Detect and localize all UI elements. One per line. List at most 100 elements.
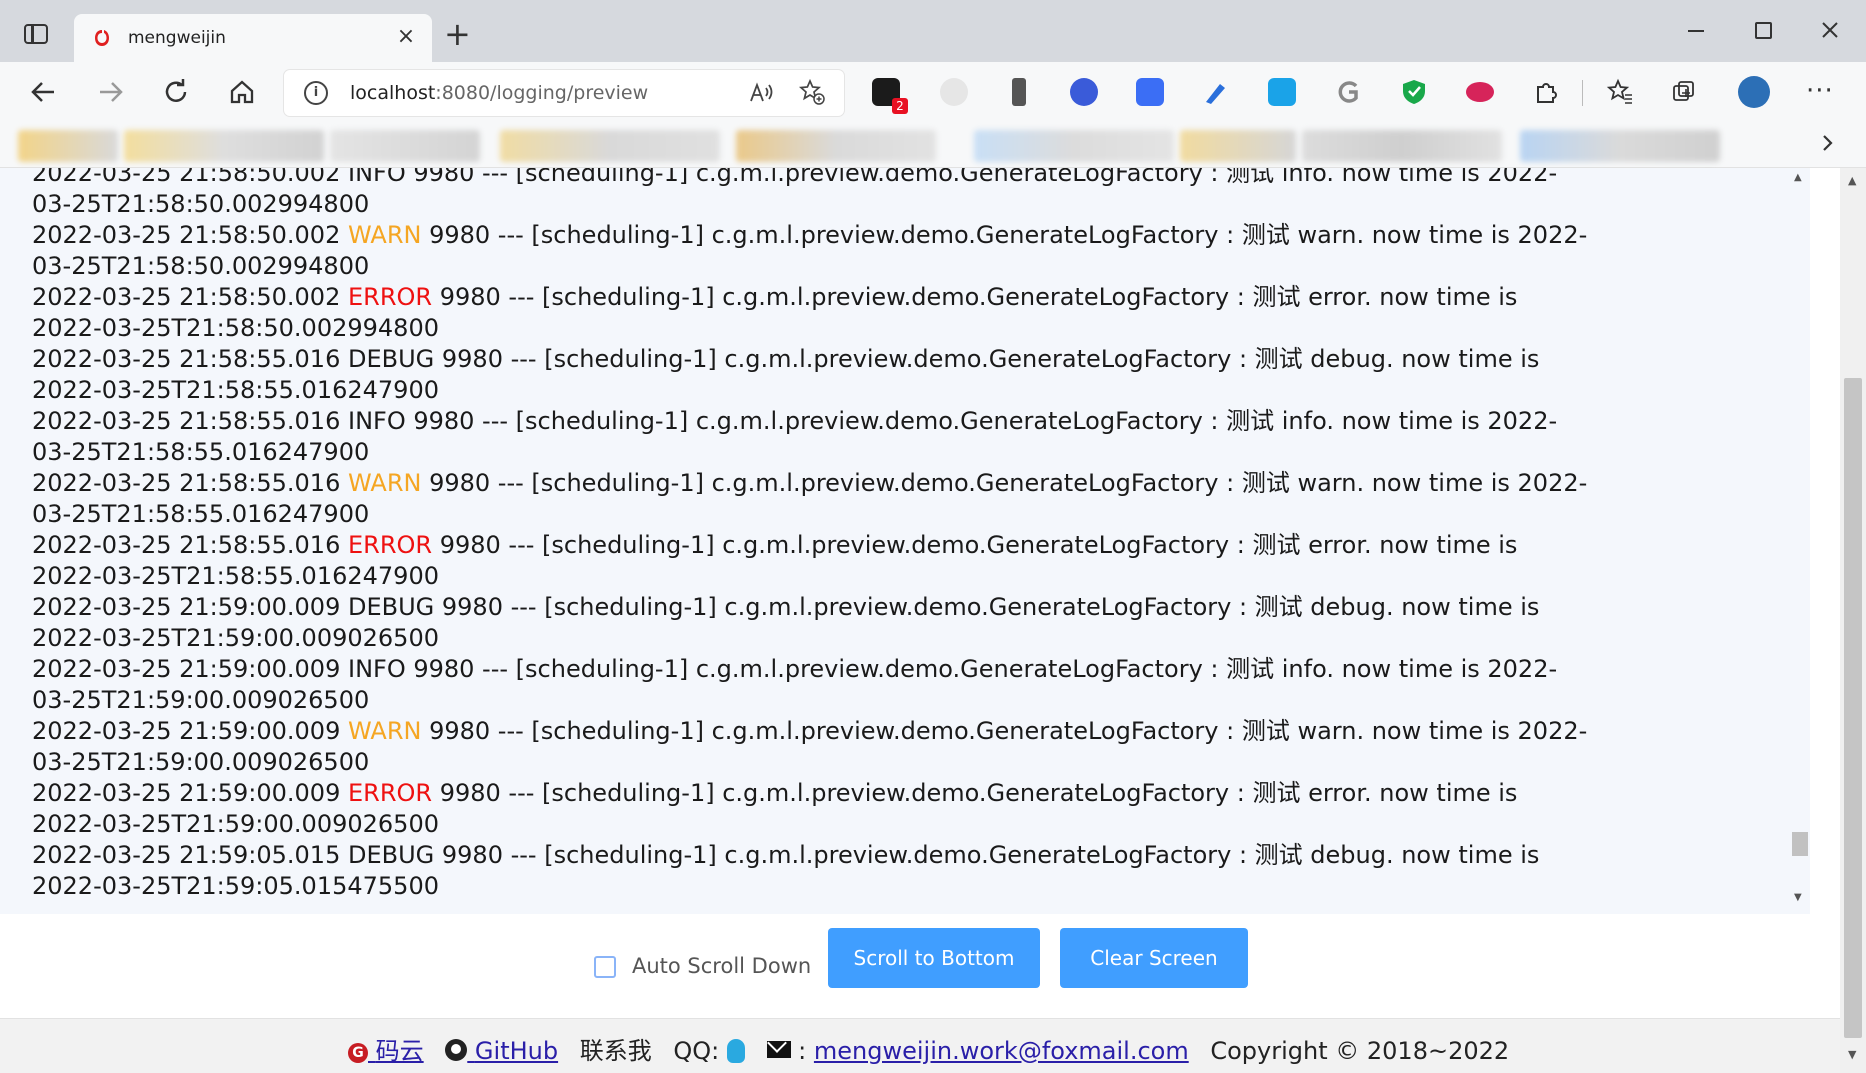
pen-icon [1206, 84, 1225, 104]
page-scrollbar[interactable]: ▲ ▼ [1840, 168, 1866, 1073]
reload-button[interactable] [156, 72, 196, 112]
auto-scroll-label[interactable]: Auto Scroll Down [632, 954, 811, 978]
log-timestamp: 2022-03-25 21:58:50.002 [32, 221, 341, 249]
site-info-icon[interactable]: i [304, 81, 328, 105]
log-level: WARN [347, 717, 422, 745]
scroll-down-arrow-icon[interactable]: ▼ [1794, 892, 1802, 903]
log-level: INFO [347, 655, 406, 683]
log-scrollbar[interactable]: ▲ ▼ [1790, 168, 1808, 914]
tab-strip: mengweijin × + [0, 0, 1866, 62]
favorite-item[interactable] [974, 130, 1174, 162]
forward-button[interactable] [90, 72, 130, 112]
github-icon [445, 1039, 468, 1061]
url-host: localhost [350, 82, 436, 104]
window-minimize-button[interactable] [1676, 14, 1716, 46]
read-aloud-icon[interactable] [748, 80, 774, 111]
page-scroll-up-icon[interactable]: ▲ [1848, 174, 1856, 187]
favorite-item[interactable] [330, 130, 480, 162]
add-favorite-icon[interactable] [798, 78, 826, 112]
log-level: WARN [347, 221, 422, 249]
window-maximize-button[interactable] [1742, 14, 1782, 46]
pen-extension-icon[interactable] [1202, 78, 1230, 106]
sidebar-toggle-icon[interactable] [24, 24, 48, 44]
log-line: 2022-03-25 21:58:50.002 INFO 9980 --- [s… [32, 168, 1592, 220]
scroll-to-bottom-button[interactable]: Scroll to Bottom [828, 928, 1040, 988]
new-tab-button[interactable]: + [444, 18, 471, 50]
gitee-label: 码云 [375, 1037, 424, 1065]
log-timestamp: 2022-03-25 21:58:50.002 [32, 283, 341, 311]
gitee-link[interactable]: G 码云 [348, 1037, 424, 1065]
favorites-button[interactable] [1606, 78, 1634, 106]
puzzle-icon [1537, 83, 1557, 103]
grammar-extension-icon[interactable] [1334, 78, 1362, 106]
translate-extension-icon[interactable] [1268, 78, 1296, 106]
arrow-right-icon [100, 82, 123, 102]
browser-window: mengweijin × + i localhost:8080/logging/… [0, 0, 1866, 1073]
chart-extension-icon[interactable] [1136, 78, 1164, 106]
log-timestamp: 2022-03-25 21:58:55.016 [32, 345, 341, 373]
log-line: 2022-03-25 21:58:55.016 ERROR 9980 --- [… [32, 530, 1592, 592]
log-line: 2022-03-25 21:58:50.002 WARN 9980 --- [s… [32, 220, 1592, 282]
tab-title: mengweijin [128, 28, 226, 48]
shield-extension-icon[interactable] [1400, 78, 1428, 106]
log-panel[interactable]: 2022-03-25 21:58:50.002 INFO 9980 --- [s… [0, 168, 1810, 914]
log-level: DEBUG [347, 345, 435, 373]
copyright-text: Copyright © 2018~2022 [1210, 1037, 1510, 1065]
email-link[interactable]: mengweijin.work@foxmail.com [814, 1037, 1189, 1065]
log-line: 2022-03-25 21:59:05.015 DEBUG 9980 --- [… [32, 840, 1592, 902]
log-timestamp: 2022-03-25 21:58:55.016 [32, 407, 341, 435]
favorite-item[interactable] [18, 130, 118, 162]
favorite-item[interactable] [736, 130, 936, 162]
collections-icon [1673, 81, 1694, 101]
auto-scroll-checkbox[interactable] [594, 956, 616, 978]
browser-tab[interactable]: mengweijin × [74, 14, 432, 62]
browser-toolbar: i localhost:8080/logging/preview 2 ··· [0, 62, 1866, 124]
web-page: 2022-03-25 21:58:50.002 INFO 9980 --- [s… [0, 168, 1866, 1073]
extension-icon-1[interactable]: 2 [872, 78, 908, 114]
favorite-item[interactable] [1302, 130, 1502, 162]
favorite-item[interactable] [1180, 130, 1296, 162]
extension-icon-4[interactable] [1070, 78, 1098, 106]
tab-close-icon[interactable]: × [394, 24, 418, 49]
extension-badge: 2 [892, 98, 908, 114]
address-url[interactable]: localhost:8080/logging/preview [350, 82, 648, 104]
arrow-left-icon [31, 82, 54, 102]
favorites-icon [1606, 78, 1632, 104]
log-timestamp: 2022-03-25 21:59:00.009 [32, 717, 341, 745]
log-timestamp: 2022-03-25 21:59:05.015 [32, 841, 341, 869]
read-aloud-glyph-icon [750, 82, 773, 102]
qq-icon[interactable] [726, 1039, 745, 1063]
more-options-icon[interactable]: ··· [1806, 76, 1834, 106]
github-label: GitHub [474, 1037, 559, 1065]
log-level: INFO [347, 407, 406, 435]
log-line: 2022-03-25 21:59:00.009 ERROR 9980 --- [… [32, 778, 1592, 840]
star-plus-icon [798, 78, 825, 105]
chevron-right-glyph-icon [1823, 135, 1833, 151]
controls-bar: Auto Scroll Down Scroll to Bottom Clear … [0, 914, 1840, 1026]
du-extension-icon[interactable] [1466, 82, 1494, 102]
log-scroll-thumb[interactable] [1792, 832, 1808, 856]
github-link[interactable]: GitHub [445, 1037, 558, 1065]
profile-avatar[interactable] [1738, 76, 1770, 108]
scroll-up-arrow-icon[interactable]: ▲ [1794, 172, 1802, 183]
page-scroll-down-icon[interactable]: ▼ [1848, 1048, 1856, 1061]
back-button[interactable] [24, 72, 64, 112]
log-timestamp: 2022-03-25 21:58:55.016 [32, 531, 341, 559]
log-line: 2022-03-25 21:59:00.009 DEBUG 9980 --- [… [32, 592, 1592, 654]
page-scroll-thumb[interactable] [1844, 378, 1862, 1038]
favorite-item[interactable] [1520, 130, 1720, 162]
extensions-button[interactable] [1532, 78, 1560, 106]
qq-label: QQ: [673, 1037, 720, 1065]
download-extension-icon[interactable] [1012, 78, 1026, 106]
home-button[interactable] [222, 72, 262, 112]
favorite-item[interactable] [124, 130, 324, 162]
clear-screen-button[interactable]: Clear Screen [1060, 928, 1248, 988]
favorites-bar [0, 124, 1866, 168]
chevron-right-icon[interactable] [1818, 128, 1838, 165]
address-bar[interactable]: i localhost:8080/logging/preview [284, 70, 844, 116]
collections-button[interactable] [1670, 78, 1698, 106]
extension-icon-2[interactable] [940, 78, 968, 106]
favorite-item[interactable] [500, 130, 720, 162]
log-line: 2022-03-25 21:59:00.009 WARN 9980 --- [s… [32, 716, 1592, 778]
window-close-button[interactable] [1810, 14, 1850, 46]
